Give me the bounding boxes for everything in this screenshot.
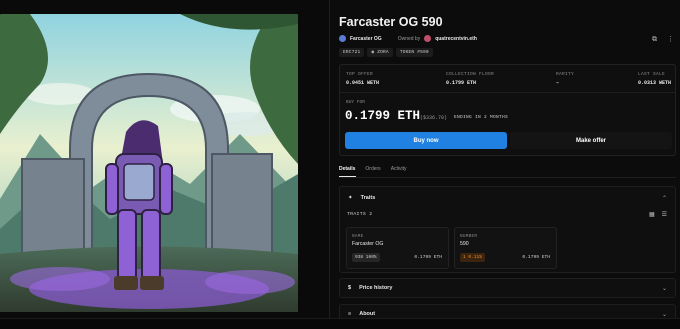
owner-link[interactable]: quatrecentvin.eth bbox=[435, 36, 477, 42]
trait-view-toggle: ▦ ☰ bbox=[649, 211, 667, 218]
header-actions: ⧉ ⋮ bbox=[651, 36, 674, 43]
tab-details[interactable]: Details bbox=[339, 166, 355, 172]
tag-standard: ERC721 bbox=[339, 48, 365, 57]
artwork-pane bbox=[0, 0, 329, 329]
tag-chain: ◉ ZORA bbox=[367, 48, 393, 57]
traits-heading: Traits bbox=[360, 195, 376, 201]
trait-rarity-chip: 1 0.11% bbox=[460, 253, 485, 262]
chevron-down-icon[interactable]: ⌄ bbox=[662, 285, 667, 292]
owner-avatar bbox=[424, 35, 432, 42]
stat-rarity: RARITY – bbox=[556, 72, 575, 86]
grid-view-icon[interactable]: ▦ bbox=[649, 211, 655, 218]
buy-for-label: BUY FOR bbox=[346, 100, 365, 105]
stat-last-sale: LAST SALE 0.0313 WETH bbox=[638, 72, 672, 86]
traits-header[interactable]: ✦ Traits bbox=[348, 195, 375, 201]
trait-card-name[interactable]: NAME Farcaster OG 938 100% 0.1799 ETH bbox=[346, 227, 449, 269]
traits-count: TRAITS 2 bbox=[347, 212, 373, 217]
buy-price: 0.1799 ETH bbox=[345, 109, 421, 123]
token-tags: ERC721 ◉ ZORA TOKEN #590 bbox=[339, 48, 433, 57]
listing-ending: ENDING IN 2 MONTHS bbox=[454, 115, 509, 120]
nft-title: Farcaster OG 590 bbox=[339, 15, 443, 29]
tab-orders[interactable]: Orders bbox=[365, 166, 380, 172]
stat-top-offer: TOP OFFER 0.0451 WETH bbox=[346, 72, 380, 86]
detail-tabs: Details Orders Activity bbox=[339, 166, 407, 172]
item-detail-panel: Farcaster OG 590 Farcaster OG Owned by q… bbox=[330, 0, 680, 329]
buy-now-button[interactable]: Buy now bbox=[345, 132, 507, 149]
collection-link[interactable]: Farcaster OG bbox=[350, 36, 382, 42]
tabs-divider bbox=[339, 177, 676, 178]
nft-meta-row: Farcaster OG Owned by quatrecentvin.eth bbox=[339, 35, 477, 42]
more-icon[interactable]: ⋮ bbox=[667, 36, 674, 43]
dollar-icon: $ bbox=[348, 285, 352, 291]
list-view-icon[interactable]: ☰ bbox=[662, 211, 667, 218]
owned-by-label: Owned by bbox=[397, 35, 421, 42]
stats-row: TOP OFFER 0.0451 WETH COLLECTION FLOOR 0… bbox=[340, 65, 675, 93]
price-history-section[interactable]: $ Price history ⌄ bbox=[339, 278, 676, 298]
about-heading: About bbox=[359, 311, 376, 317]
tag-token-id: TOKEN #590 bbox=[395, 48, 433, 57]
artwork-illustration bbox=[0, 14, 298, 312]
stat-collection-floor: COLLECTION FLOOR 0.1799 ETH bbox=[446, 72, 495, 86]
price-history-heading: Price history bbox=[359, 285, 393, 291]
buy-price-usd: ($336.70) bbox=[420, 115, 448, 121]
copy-icon[interactable]: ⧉ bbox=[651, 36, 658, 43]
chevron-up-icon[interactable]: ⌃ bbox=[662, 195, 667, 202]
price-card: TOP OFFER 0.0451 WETH COLLECTION FLOOR 0… bbox=[339, 64, 676, 156]
nft-artwork-image[interactable] bbox=[0, 14, 298, 312]
trait-card-number[interactable]: NUMBER 590 1 0.11% 0.1799 ETH bbox=[454, 227, 557, 269]
tab-activity[interactable]: Activity bbox=[391, 166, 407, 172]
menu-icon: ≡ bbox=[348, 311, 352, 317]
chevron-down-icon[interactable]: ⌄ bbox=[662, 311, 667, 318]
traits-icon: ✦ bbox=[348, 195, 353, 201]
trait-rarity-chip: 938 100% bbox=[352, 253, 380, 262]
bottom-status-bar bbox=[0, 318, 680, 329]
make-offer-button[interactable]: Make offer bbox=[510, 132, 672, 149]
collection-avatar bbox=[339, 35, 346, 42]
traits-section: ✦ Traits ⌃ TRAITS 2 ▦ ☰ NAME Farcaster O… bbox=[339, 186, 676, 273]
